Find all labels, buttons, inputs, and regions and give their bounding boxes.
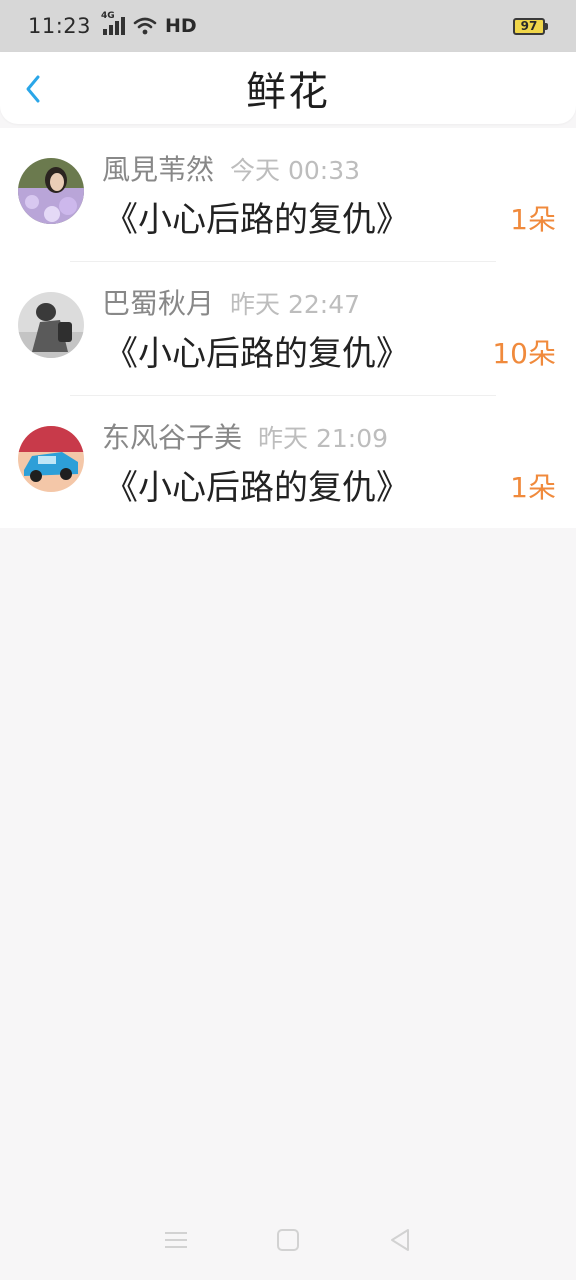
menu-icon [165,1232,187,1248]
flower-count: 1朵 [510,203,556,236]
avatar[interactable] [18,292,84,358]
back-nav-button[interactable] [380,1220,420,1260]
list-item[interactable]: 东风谷子美 昨天 21:09 《小心后路的复仇》 1朵 [0,396,576,530]
status-time: 11:23 [28,14,92,38]
avatar[interactable] [18,158,84,224]
user-name: 巴蜀秋月 [102,287,215,320]
hd-indicator: HD [165,15,197,37]
user-name: 風見苇然 [102,153,215,186]
flower-count: 10朵 [492,337,556,370]
timestamp: 昨天 22:47 [230,290,361,319]
app-header: 鲜花 [0,52,576,124]
user-name: 东风谷子美 [102,421,243,454]
battery-icon: 97 [513,17,548,35]
triangle-back-icon [391,1229,409,1251]
book-title[interactable]: 《小心后路的复仇》 [104,326,410,375]
back-button[interactable] [18,74,48,104]
menu-button[interactable] [156,1220,196,1260]
list-item[interactable]: 風見苇然 今天 00:33 《小心后路的复仇》 1朵 [0,128,576,262]
timestamp: 今天 00:33 [230,156,361,185]
flower-count: 1朵 [510,471,556,504]
book-title[interactable]: 《小心后路的复仇》 [104,460,410,509]
home-button[interactable] [268,1220,308,1260]
battery-level: 97 [513,17,545,35]
book-title[interactable]: 《小心后路的复仇》 [104,192,410,241]
page-title: 鲜花 [246,69,330,115]
flower-record-list: 風見苇然 今天 00:33 《小心后路的复仇》 1朵 巴蜀秋月 昨天 22:47… [0,128,576,528]
chevron-left-icon [26,75,40,103]
home-square-icon [277,1229,299,1251]
system-navigation-bar [0,1200,576,1280]
timestamp: 昨天 21:09 [258,424,389,453]
list-item[interactable]: 巴蜀秋月 昨天 22:47 《小心后路的复仇》 10朵 [0,262,576,396]
avatar[interactable] [18,426,84,492]
cellular-signal-icon: 4G [101,11,126,35]
status-bar: 11:23 4G HD 97 [0,0,576,52]
wifi-icon [133,16,157,36]
